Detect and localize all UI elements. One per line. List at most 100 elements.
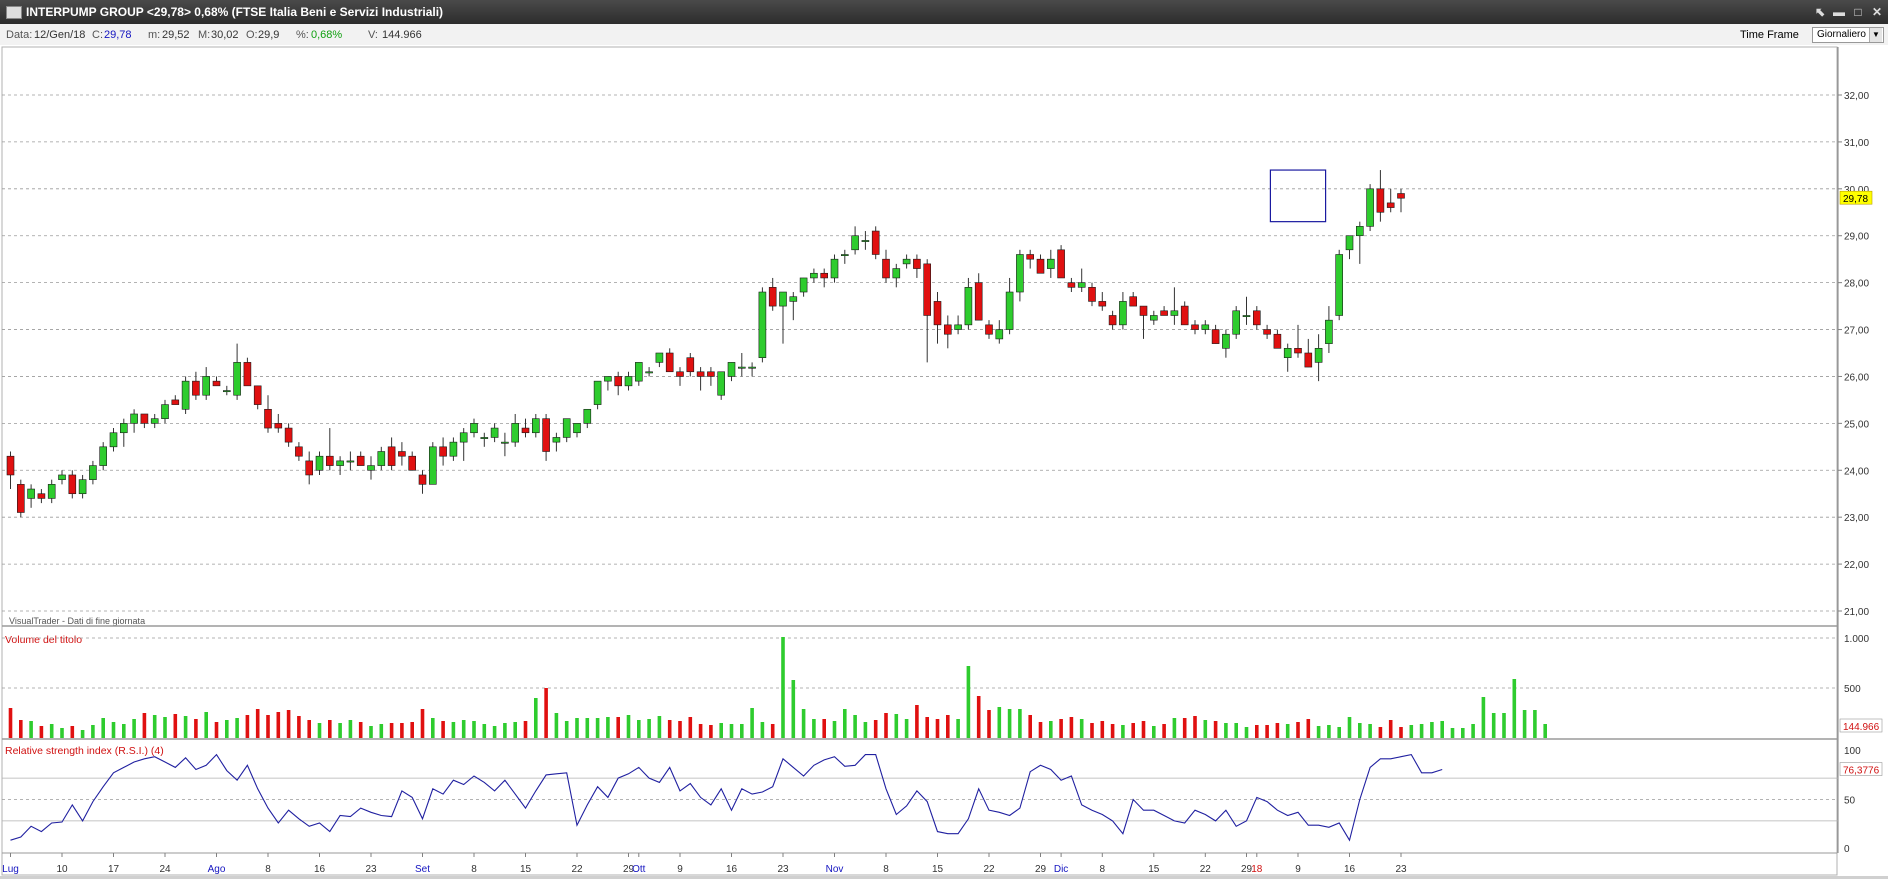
- maximize-button[interactable]: □: [1849, 4, 1867, 20]
- candle-body: [727, 362, 736, 377]
- volume-bar: [1399, 727, 1403, 738]
- volume-bar: [1007, 709, 1012, 738]
- pin-icon[interactable]: ⬉: [1811, 4, 1829, 20]
- volume-bar: [1049, 721, 1053, 738]
- volume-bar: [801, 709, 806, 738]
- minimize-button[interactable]: ▬: [1830, 4, 1848, 20]
- candle-body: [16, 484, 25, 513]
- volume-bar: [657, 716, 662, 738]
- candle-body: [1263, 329, 1271, 335]
- time-tick-label: 8: [471, 864, 477, 875]
- quote-info-bar: Data: 12/Gen/18 C: 29,78 m: 29,52 M: 30,…: [0, 24, 1888, 46]
- volume-bar: [688, 717, 693, 738]
- candle-body: [624, 376, 633, 387]
- candle-body: [1119, 301, 1127, 326]
- volume-bar: [564, 721, 569, 738]
- pct-label: %:: [296, 29, 309, 41]
- time-tick-label: 9: [1295, 864, 1301, 875]
- candle-body: [686, 357, 695, 373]
- volume-bar: [1419, 724, 1424, 738]
- volume-bar: [49, 724, 54, 738]
- candle-body: [552, 437, 561, 443]
- candle-body: [202, 376, 210, 396]
- candle-body: [130, 413, 138, 424]
- volume-bar: [152, 715, 157, 738]
- candle-body: [449, 441, 458, 457]
- current-price-tag: 29,78: [1839, 190, 1873, 205]
- time-tick-label: 23: [1395, 864, 1407, 875]
- volume-bar: [853, 715, 857, 738]
- candle-body: [985, 324, 993, 335]
- candle-body: [913, 258, 921, 269]
- volume-bar: [163, 717, 167, 738]
- time-tick-label: 18: [1251, 864, 1263, 875]
- candle-body: [799, 277, 808, 293]
- volume-bar: [626, 715, 631, 738]
- candle-body: [181, 380, 190, 410]
- candle-body: [562, 418, 571, 438]
- candle-body: [1057, 249, 1065, 279]
- candle-body: [58, 474, 66, 480]
- time-tick-label: 15: [520, 864, 532, 875]
- volume-bar: [884, 713, 888, 738]
- volume-bar: [60, 728, 64, 738]
- candle-body: [233, 362, 241, 396]
- volume-bar: [822, 719, 826, 738]
- timeframe-select[interactable]: Giornaliero ▼: [1812, 27, 1884, 43]
- window-titlebar: INTERPUMP GROUP <29,78> 0,68% (FTSE Ital…: [0, 0, 1888, 24]
- candle-body: [1180, 305, 1189, 326]
- chart-area[interactable]: 21,00 22,00 23,00 24,00 25,00 26,00 27,00 28,00…: [0, 45, 1888, 876]
- candle-body: [253, 385, 262, 405]
- volume-bar: [307, 720, 311, 738]
- volume-bar: [1131, 723, 1135, 738]
- candle-body: [439, 446, 447, 457]
- time-tick-label: 9: [677, 864, 683, 875]
- candle-body: [264, 408, 272, 429]
- candle-body: [346, 460, 355, 463]
- volume-bar: [1141, 721, 1146, 738]
- volume-bar: [544, 688, 548, 738]
- volume-bar: [729, 724, 734, 738]
- candle-body: [336, 460, 344, 466]
- volume-bar: [925, 717, 929, 738]
- volume-bar: [513, 722, 517, 738]
- candle-body: [367, 465, 375, 471]
- candle-body: [1386, 202, 1395, 208]
- volume-bar: [1244, 727, 1249, 738]
- candle-body: [377, 451, 386, 466]
- volume-bar: [606, 717, 610, 738]
- volume-bar: [781, 637, 785, 738]
- watermark-text: VisualTrader - Dati di fine giornata: [9, 616, 145, 626]
- volume-bar: [101, 718, 105, 738]
- volume-bar: [461, 720, 466, 738]
- close-button[interactable]: ✕: [1868, 4, 1886, 20]
- volume-bar: [317, 723, 322, 738]
- rsi-panel-title: Relative strength index (R.S.I.) (4): [5, 745, 164, 757]
- app-icon: [6, 6, 22, 19]
- time-tick-label: 22: [571, 864, 583, 875]
- candle-body: [1088, 287, 1096, 302]
- volume-bar: [637, 720, 641, 738]
- candle-body: [1325, 319, 1333, 344]
- volume-panel-title: Volume del titolo: [5, 634, 82, 646]
- candle-body: [1397, 193, 1405, 199]
- date-value: 12/Gen/18: [34, 29, 86, 41]
- time-tick-label: 17: [108, 864, 120, 875]
- time-tick-label: 8: [883, 864, 889, 875]
- volume-bar: [595, 718, 600, 738]
- volume-bar: [1461, 728, 1465, 738]
- candle-body: [1170, 310, 1179, 316]
- candle-body: [315, 455, 324, 471]
- candle-body: [634, 362, 643, 382]
- time-tick-label: Ago: [208, 864, 226, 875]
- chevron-down-icon[interactable]: ▼: [1869, 28, 1882, 42]
- price-tick-label: 29,00: [1844, 232, 1869, 243]
- volume-bar: [534, 698, 538, 738]
- candle-body: [521, 427, 530, 434]
- candle-body: [223, 390, 231, 393]
- candle-body: [964, 287, 973, 326]
- volume-bar: [770, 724, 775, 738]
- volume-bar: [204, 712, 208, 738]
- candle-body: [305, 460, 314, 476]
- volume-bar: [389, 723, 394, 738]
